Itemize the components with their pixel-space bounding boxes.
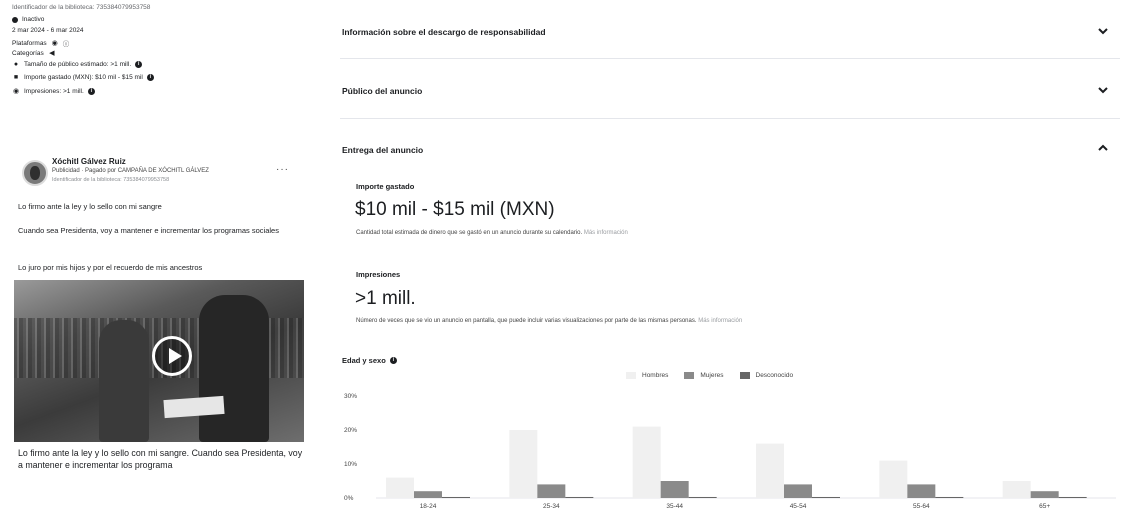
spent-desc-text: Cantidad total estimada de dinero que se…: [356, 230, 583, 236]
x-tick-label: 55-64: [913, 503, 930, 510]
more-info-link[interactable]: Más información: [584, 230, 628, 236]
x-tick-label: 45-54: [790, 503, 807, 510]
spent-value: $10 mil - $15 mil (MXN): [355, 199, 555, 220]
impressions-text: Impresiones: >1 mill.: [24, 87, 84, 95]
age-gender-chart: 0% 10% 20% 30% 18-24 25-34 35-44 45-54 55-64 65+: [344, 393, 1116, 510]
info-icon[interactable]: i: [146, 74, 154, 81]
legend-label[interactable]: Mujeres: [700, 372, 723, 379]
video-person: [99, 320, 149, 442]
bar-hombres: [386, 477, 414, 498]
bar-mujeres: [537, 484, 566, 498]
ad-body-line: Cuando sea Presidenta, voy a mantener e …: [18, 226, 279, 235]
y-tick-label: 10%: [344, 461, 357, 468]
impressions-row: ◉ Impresiones: >1 mill. i: [12, 87, 95, 95]
video-person: [199, 295, 269, 442]
advertiser-name[interactable]: Xóchitl Gálvez Ruiz: [52, 157, 126, 166]
bar-desconocido: [812, 496, 840, 498]
bar-desconocido: [1058, 496, 1087, 498]
bar-desconocido: [935, 496, 964, 498]
audience-size-text: Tamaño de público estimado: >1 mill.: [24, 61, 132, 68]
impressions-label: Impresiones: [356, 270, 401, 279]
money-icon: ■: [13, 74, 19, 81]
chart-title-row: Edad y sexo i: [342, 356, 397, 365]
legend-label[interactable]: Hombres: [642, 372, 668, 379]
x-tick-label: 65+: [1039, 503, 1050, 510]
chevron-down-icon[interactable]: [1097, 84, 1109, 96]
chevron-down-icon[interactable]: [1097, 25, 1109, 37]
bar-hombres: [879, 460, 908, 498]
spent-label: Importe gastado: [356, 182, 415, 191]
advertiser-avatar[interactable]: [22, 160, 48, 186]
bar-mujeres: [660, 481, 689, 498]
bar-mujeres: [414, 491, 442, 498]
x-tick-label: 35-44: [666, 503, 683, 510]
legend-swatch: [684, 372, 695, 379]
platforms-row: Plataformas ◉ ⓘ: [12, 38, 70, 49]
chart-legend: Hombres Mujeres Desconocido: [626, 372, 793, 379]
impressions-description: Número de veces que se vio un anuncio en…: [356, 318, 742, 324]
bar-mujeres: [1030, 491, 1059, 498]
amount-spent-row: ■ Importe gastado (MXN): $10 mil - $15 m…: [12, 74, 154, 81]
inactive-status-icon: [12, 16, 18, 23]
status-text: Inactivo: [22, 16, 45, 23]
bar-hombres: [632, 426, 661, 498]
library-id: Identificador de la biblioteca: 73538407…: [12, 4, 151, 11]
spent-description: Cantidad total estimada de dinero que se…: [356, 230, 628, 236]
people-icon: ●: [13, 61, 19, 68]
bar-hombres: [1002, 481, 1031, 498]
bar-desconocido: [565, 496, 594, 498]
platforms-extra: ⓘ: [62, 41, 70, 48]
bar-desconocido: [688, 496, 717, 498]
categories-row: Categorías ◀: [12, 49, 56, 58]
section-audience[interactable]: Público del anuncio: [342, 86, 422, 96]
ad-details-panel: Identificador de la biblioteca: 73538407…: [0, 0, 304, 510]
chart-title: Edad y sexo: [342, 356, 386, 365]
platforms-label: Plataformas: [12, 39, 47, 47]
section-divider: [340, 58, 1120, 59]
info-icon[interactable]: i: [87, 87, 95, 95]
bar-desconocido: [442, 496, 470, 498]
info-icon[interactable]: i: [135, 61, 143, 68]
more-options-button[interactable]: ···: [276, 164, 289, 175]
megaphone-icon: ◀: [49, 50, 55, 57]
more-info-link[interactable]: Más información: [698, 318, 742, 324]
facebook-icon: ◉: [51, 40, 58, 47]
bar-mujeres: [784, 484, 812, 498]
ad-body-line: Lo firmo ante la ley y lo sello con mi s…: [18, 202, 162, 211]
eye-icon: ◉: [12, 88, 20, 95]
advertiser-library-id: Identificador de la biblioteca: 73538407…: [52, 177, 170, 183]
paid-by-text: Publicidad · Pagado por CAMPAÑA DE XÓCHI…: [52, 168, 209, 174]
info-icon[interactable]: i: [389, 357, 397, 364]
bar-mujeres: [907, 484, 936, 498]
y-tick-label: 20%: [344, 427, 357, 434]
section-delivery[interactable]: Entrega del anuncio: [342, 145, 423, 155]
audience-size-row: ● Tamaño de público estimado: >1 mill. i: [12, 61, 143, 68]
play-icon[interactable]: [152, 336, 192, 376]
x-tick-label: 18-24: [420, 503, 437, 510]
y-tick-label: 0%: [344, 495, 354, 502]
amount-spent-text: Importe gastado (MXN): $10 mil - $15 mil: [24, 74, 143, 81]
legend-swatch: [626, 372, 636, 379]
ad-body-line: Lo juro por mis hijos y por el recuerdo …: [18, 263, 203, 272]
run-dates: 2 mar 2024 - 6 mar 2024: [12, 27, 84, 34]
legend-label[interactable]: Desconocido: [756, 372, 794, 379]
y-tick-label: 30%: [344, 393, 357, 400]
impressions-value: >1 mill.: [355, 288, 416, 309]
legend-swatch: [739, 372, 750, 379]
chevron-up-icon[interactable]: [1097, 142, 1109, 154]
ad-video[interactable]: [14, 280, 304, 442]
bar-hombres: [509, 430, 538, 498]
categories-label: Categorías: [12, 49, 44, 57]
video-caption: Lo firmo ante la ley y lo sello con mi s…: [18, 448, 303, 470]
section-divider: [340, 118, 1120, 119]
section-disclaimer[interactable]: Información sobre el descargo de respons…: [342, 27, 546, 37]
status-row: Inactivo: [12, 16, 44, 23]
impr-desc-text: Número de veces que se vio un anuncio en…: [356, 318, 697, 324]
bar-hombres: [756, 443, 784, 498]
x-tick-label: 25-34: [543, 503, 560, 510]
